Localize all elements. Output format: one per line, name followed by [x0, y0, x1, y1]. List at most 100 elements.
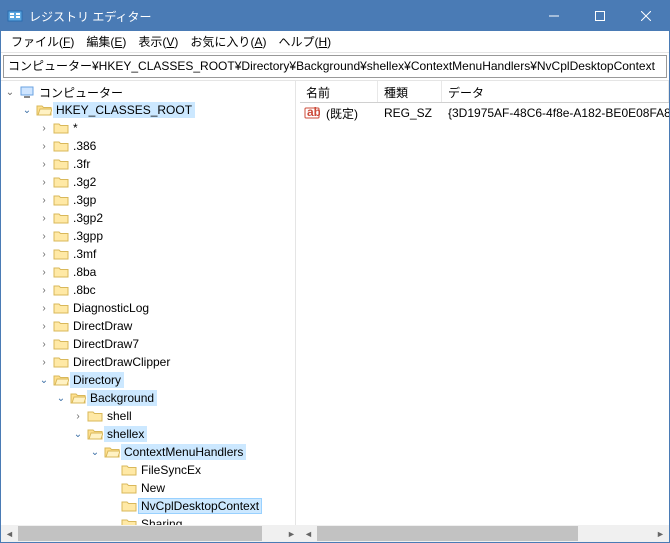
- menu-edit[interactable]: 編集(E): [80, 31, 132, 52]
- folder-icon: [53, 247, 69, 261]
- folder-icon: [53, 157, 69, 171]
- chevron-right-icon[interactable]: ›: [37, 265, 51, 279]
- folder-icon: [121, 481, 137, 495]
- menu-help[interactable]: ヘルプ(H): [272, 31, 337, 52]
- col-type[interactable]: 種類: [378, 81, 442, 102]
- tree-label: .3gpp: [71, 229, 105, 243]
- cell-type: REG_SZ: [378, 106, 442, 120]
- chevron-right-icon[interactable]: ›: [37, 229, 51, 243]
- chevron-down-icon[interactable]: ⌄: [88, 445, 102, 459]
- tree-computer[interactable]: ⌄ コンピューター: [3, 83, 295, 101]
- tree-label: .8bc: [71, 283, 98, 297]
- tree-label: shellex: [105, 427, 146, 441]
- chevron-down-icon[interactable]: ⌄: [37, 373, 51, 387]
- address-bar[interactable]: コンピューター¥HKEY_CLASSES_ROOT¥Directory¥Back…: [3, 55, 667, 78]
- scroll-right-icon[interactable]: ►: [283, 525, 300, 542]
- tree-label: .8ba: [71, 265, 98, 279]
- chevron-right-icon[interactable]: ›: [37, 247, 51, 261]
- scroll-left-icon[interactable]: ◄: [300, 525, 317, 542]
- chevron-right-icon[interactable]: ›: [37, 355, 51, 369]
- chevron-right-icon[interactable]: ›: [37, 337, 51, 351]
- chevron-right-icon[interactable]: ›: [37, 121, 51, 135]
- tree-key[interactable]: New: [105, 479, 295, 497]
- tree-label: NvCplDesktopContext: [139, 499, 261, 513]
- tree-directory[interactable]: ⌄Directory: [37, 371, 295, 389]
- chevron-right-icon[interactable]: ›: [37, 211, 51, 225]
- close-button[interactable]: [623, 1, 669, 31]
- list-row[interactable]: ab(既定)REG_SZ{3D1975AF-48C6-4f8e-A182-BE0…: [300, 103, 669, 123]
- tree-key[interactable]: › .8ba: [37, 263, 295, 281]
- tree-label: Background: [88, 391, 156, 405]
- tree-key[interactable]: › .8bc: [37, 281, 295, 299]
- titlebar[interactable]: レジストリ エディター: [1, 1, 669, 31]
- tree-key[interactable]: ›.3mf: [37, 245, 295, 263]
- menu-favorites[interactable]: お気に入り(A): [184, 31, 272, 52]
- folder-icon: [53, 211, 69, 225]
- chevron-right-icon[interactable]: ›: [37, 319, 51, 333]
- menu-view[interactable]: 表示(V): [132, 31, 184, 52]
- col-data[interactable]: データ: [442, 81, 669, 102]
- tree-background[interactable]: ⌄ Background: [54, 389, 295, 407]
- maximize-button[interactable]: [577, 1, 623, 31]
- chevron-down-icon[interactable]: ⌄: [71, 427, 85, 441]
- tree-label: .3gp2: [71, 211, 105, 225]
- folder-icon: [121, 463, 137, 477]
- tree-key[interactable]: › .386: [37, 137, 295, 155]
- folder-icon: [53, 319, 69, 333]
- col-name[interactable]: 名前: [300, 81, 378, 102]
- tree-key[interactable]: › DiagnosticLog: [37, 299, 295, 317]
- scroll-track[interactable]: [18, 525, 283, 542]
- tree-contextmenuhandlers[interactable]: ⌄ContextMenuHandlers: [88, 443, 295, 461]
- folder-icon: [53, 355, 69, 369]
- folder-icon: [53, 229, 69, 243]
- list-body[interactable]: ab(既定)REG_SZ{3D1975AF-48C6-4f8e-A182-BE0…: [300, 103, 669, 525]
- tree-key[interactable]: ›*: [37, 119, 295, 137]
- chevron-right-icon[interactable]: ›: [37, 301, 51, 315]
- tree-shellex[interactable]: ⌄ shellex: [71, 425, 295, 443]
- chevron-right-icon[interactable]: ›: [37, 193, 51, 207]
- tree-label: New: [139, 481, 167, 495]
- tree-key[interactable]: ›DirectDraw: [37, 317, 295, 335]
- folder-icon: [53, 175, 69, 189]
- chevron-right-icon[interactable]: ›: [37, 157, 51, 171]
- tree-label: HKEY_CLASSES_ROOT: [54, 103, 194, 117]
- list-header[interactable]: 名前 種類 データ: [300, 81, 669, 103]
- tree-label: .386: [71, 139, 98, 153]
- tree-key[interactable]: ›DirectDrawClipper: [37, 353, 295, 371]
- tree-key[interactable]: › .3gp2: [37, 209, 295, 227]
- tree-spacer: [105, 499, 119, 513]
- tree-pane[interactable]: ⌄コンピューター⌄HKEY_CLASSES_ROOT›*›.386›.3fr›.…: [1, 81, 296, 542]
- scroll-track[interactable]: [317, 525, 652, 542]
- tree-label: コンピューター: [37, 84, 125, 101]
- tree-key[interactable]: FileSyncEx: [105, 461, 295, 479]
- tree-label: DiagnosticLog: [71, 301, 151, 315]
- tree-label: shell: [105, 409, 134, 423]
- chevron-right-icon[interactable]: ›: [71, 409, 85, 423]
- svg-text:ab: ab: [307, 105, 320, 119]
- scroll-left-icon[interactable]: ◄: [1, 525, 18, 542]
- chevron-down-icon[interactable]: ⌄: [3, 85, 17, 99]
- list-hscroll[interactable]: ◄ ►: [300, 525, 669, 542]
- tree-key[interactable]: ›.3fr: [37, 155, 295, 173]
- tree-hscroll[interactable]: ◄ ►: [1, 525, 300, 542]
- scroll-right-icon[interactable]: ►: [652, 525, 669, 542]
- tree-key[interactable]: › .3gpp: [37, 227, 295, 245]
- tree-label: .3g2: [71, 175, 98, 189]
- tree-label: .3gp: [71, 193, 98, 207]
- chevron-down-icon[interactable]: ⌄: [54, 391, 68, 405]
- minimize-button[interactable]: [531, 1, 577, 31]
- chevron-down-icon[interactable]: ⌄: [20, 103, 34, 117]
- chevron-right-icon[interactable]: ›: [37, 175, 51, 189]
- chevron-right-icon[interactable]: ›: [37, 283, 51, 297]
- tree-key[interactable]: ›DirectDraw7: [37, 335, 295, 353]
- tree-hkcr[interactable]: ⌄ HKEY_CLASSES_ROOT: [20, 101, 295, 119]
- tree-key[interactable]: › .3g2: [37, 173, 295, 191]
- chevron-right-icon[interactable]: ›: [37, 139, 51, 153]
- menu-file[interactable]: ファイル(F): [5, 31, 80, 52]
- tree-label: FileSyncEx: [139, 463, 203, 477]
- folder-icon: [36, 103, 52, 117]
- tree-key[interactable]: › shell: [71, 407, 295, 425]
- string-value-icon: ab: [304, 105, 320, 121]
- tree-key[interactable]: NvCplDesktopContext: [105, 497, 295, 515]
- tree-key[interactable]: › .3gp: [37, 191, 295, 209]
